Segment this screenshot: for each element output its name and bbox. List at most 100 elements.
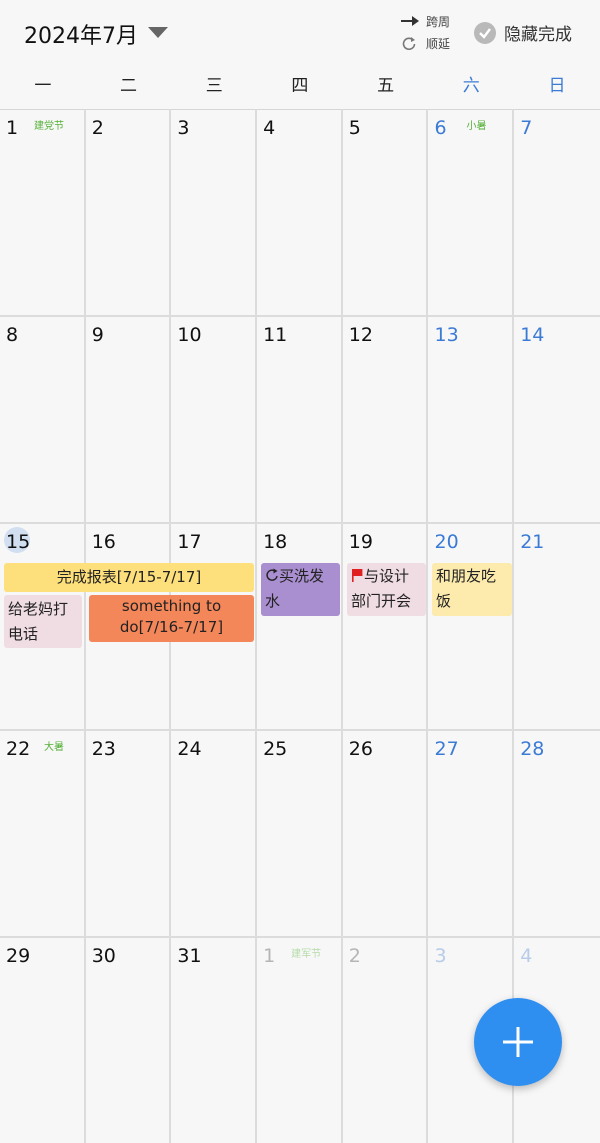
hide-completed-label: 隐藏完成 bbox=[504, 25, 572, 45]
day-cell[interactable]: 11 bbox=[257, 316, 343, 522]
weekday-tue: 二 bbox=[120, 76, 138, 96]
week-row: 8 9 10 11 12 13 14 bbox=[0, 316, 600, 524]
day-number: 9 bbox=[91, 324, 104, 346]
cross-week-toggle[interactable]: 跨周 bbox=[400, 10, 450, 32]
event-report[interactable]: 完成报表[7/15-7/17] bbox=[4, 563, 254, 592]
day-number: 29 bbox=[6, 945, 31, 967]
repeat-icon bbox=[266, 568, 278, 581]
event-title: 给老妈打电话 bbox=[8, 600, 69, 643]
day-cell[interactable]: 6 小暑 bbox=[429, 109, 515, 315]
solar-term-label: 大暑 bbox=[44, 742, 64, 753]
day-cell[interactable]: 2 bbox=[86, 109, 172, 315]
weekday-wed: 三 bbox=[205, 76, 223, 96]
cross-week-label: 跨周 bbox=[426, 14, 451, 29]
day-number: 22 bbox=[6, 738, 31, 760]
event-title: something to do[7/16-7/17] bbox=[119, 597, 224, 636]
day-cell[interactable]: 28 bbox=[514, 730, 600, 936]
day-cell-next-month[interactable]: 1 建军节 bbox=[257, 937, 343, 1143]
event-buy-shampoo[interactable]: 买洗发水 bbox=[261, 563, 340, 616]
event-something-to-do[interactable]: something to do[7/16-7/17] bbox=[89, 595, 254, 642]
day-cell[interactable]: 18 bbox=[257, 523, 343, 729]
calendar-header: 2024年7月 跨周 顺延 隐藏完成 bbox=[0, 0, 600, 66]
day-cell[interactable]: 4 bbox=[257, 109, 343, 315]
day-number: 4 bbox=[263, 117, 276, 139]
day-cell[interactable]: 25 bbox=[257, 730, 343, 936]
day-number: 23 bbox=[91, 738, 116, 760]
day-number: 19 bbox=[348, 531, 373, 553]
day-cell[interactable]: 10 bbox=[171, 316, 258, 522]
plus-icon bbox=[503, 1027, 533, 1057]
weekday-sun: 日 bbox=[548, 76, 566, 96]
weekday-thu: 四 bbox=[291, 76, 309, 96]
day-cell[interactable]: 30 bbox=[86, 937, 172, 1143]
postpone-toggle[interactable]: 顺延 bbox=[400, 32, 450, 54]
day-number: 26 bbox=[348, 738, 373, 760]
day-cell[interactable]: 8 bbox=[0, 316, 86, 522]
holiday-label: 建党节 bbox=[34, 121, 64, 132]
view-toggles: 跨周 顺延 bbox=[400, 10, 450, 54]
day-number: 1 bbox=[6, 117, 19, 139]
day-number: 28 bbox=[520, 738, 545, 760]
day-cell[interactable]: 7 bbox=[514, 109, 600, 315]
day-number: 17 bbox=[177, 531, 202, 553]
day-cell[interactable]: 26 bbox=[343, 730, 429, 936]
flag-icon bbox=[352, 568, 363, 582]
day-number: 1 bbox=[263, 945, 276, 967]
month-grid: 1 建党节 2 3 4 5 6 小暑 7 8 9 10 11 12 13 14 … bbox=[0, 109, 600, 1143]
day-number: 16 bbox=[91, 531, 116, 553]
day-cell[interactable]: 22 大暑 bbox=[0, 730, 86, 936]
day-number: 3 bbox=[434, 945, 447, 967]
day-number: 18 bbox=[263, 531, 288, 553]
day-cell[interactable]: 27 bbox=[429, 730, 515, 936]
refresh-icon bbox=[402, 37, 416, 50]
day-cell[interactable]: 24 bbox=[171, 730, 258, 936]
day-cell[interactable]: 21 bbox=[514, 523, 600, 729]
day-number: 7 bbox=[520, 117, 533, 139]
check-circle-icon bbox=[474, 21, 496, 44]
event-dinner-friends[interactable]: 和朋友吃饭 bbox=[432, 563, 512, 616]
day-number: 8 bbox=[6, 324, 19, 346]
weekday-mon: 一 bbox=[34, 76, 52, 96]
event-design-meeting[interactable]: 与设计部门开会 bbox=[347, 563, 426, 616]
day-number: 25 bbox=[263, 738, 288, 760]
day-cell[interactable]: 14 bbox=[514, 316, 600, 522]
day-number: 2 bbox=[91, 117, 104, 139]
day-cell[interactable]: 5 bbox=[343, 109, 429, 315]
solar-term-label: 小暑 bbox=[466, 121, 487, 132]
arrow-right-icon bbox=[401, 16, 419, 26]
event-title: 完成报表[7/15-7/17] bbox=[56, 568, 202, 586]
day-number: 14 bbox=[520, 324, 545, 346]
day-number: 13 bbox=[434, 324, 459, 346]
day-cell[interactable]: 1 建党节 bbox=[0, 109, 86, 315]
day-number: 30 bbox=[91, 945, 116, 967]
day-cell[interactable]: 29 bbox=[0, 937, 86, 1143]
day-number: 15 bbox=[6, 531, 31, 553]
chevron-down-icon bbox=[148, 26, 168, 38]
day-cell[interactable]: 13 bbox=[429, 316, 515, 522]
hide-completed-toggle[interactable]: 隐藏完成 bbox=[474, 20, 572, 45]
add-event-button[interactable] bbox=[474, 998, 562, 1086]
month-selector[interactable]: 2024年7月 bbox=[24, 18, 168, 50]
day-cell-next-month[interactable]: 2 bbox=[343, 937, 429, 1143]
month-title: 2024年7月 bbox=[24, 24, 138, 49]
day-cell[interactable]: 23 bbox=[86, 730, 172, 936]
week-row: 22 大暑 23 24 25 26 27 28 bbox=[0, 730, 600, 938]
day-number: 21 bbox=[520, 531, 545, 553]
day-number: 3 bbox=[177, 117, 190, 139]
weekday-fri: 五 bbox=[377, 76, 395, 96]
day-number: 6 bbox=[434, 117, 447, 139]
day-cell[interactable]: 12 bbox=[343, 316, 429, 522]
day-number: 4 bbox=[520, 945, 533, 967]
weekday-header: 一 二 三 四 五 六 日 bbox=[0, 66, 600, 110]
day-cell[interactable]: 19 bbox=[343, 523, 429, 729]
day-number: 10 bbox=[177, 324, 202, 346]
day-number: 31 bbox=[177, 945, 202, 967]
day-cell[interactable]: 3 bbox=[171, 109, 258, 315]
weekday-sat: 六 bbox=[462, 76, 480, 96]
day-number: 11 bbox=[263, 324, 288, 346]
day-cell[interactable]: 9 bbox=[86, 316, 172, 522]
event-call-mom[interactable]: 给老妈打电话 bbox=[4, 595, 82, 648]
day-cell[interactable]: 20 bbox=[429, 523, 515, 729]
day-cell[interactable]: 31 bbox=[171, 937, 258, 1143]
day-number: 2 bbox=[348, 945, 361, 967]
